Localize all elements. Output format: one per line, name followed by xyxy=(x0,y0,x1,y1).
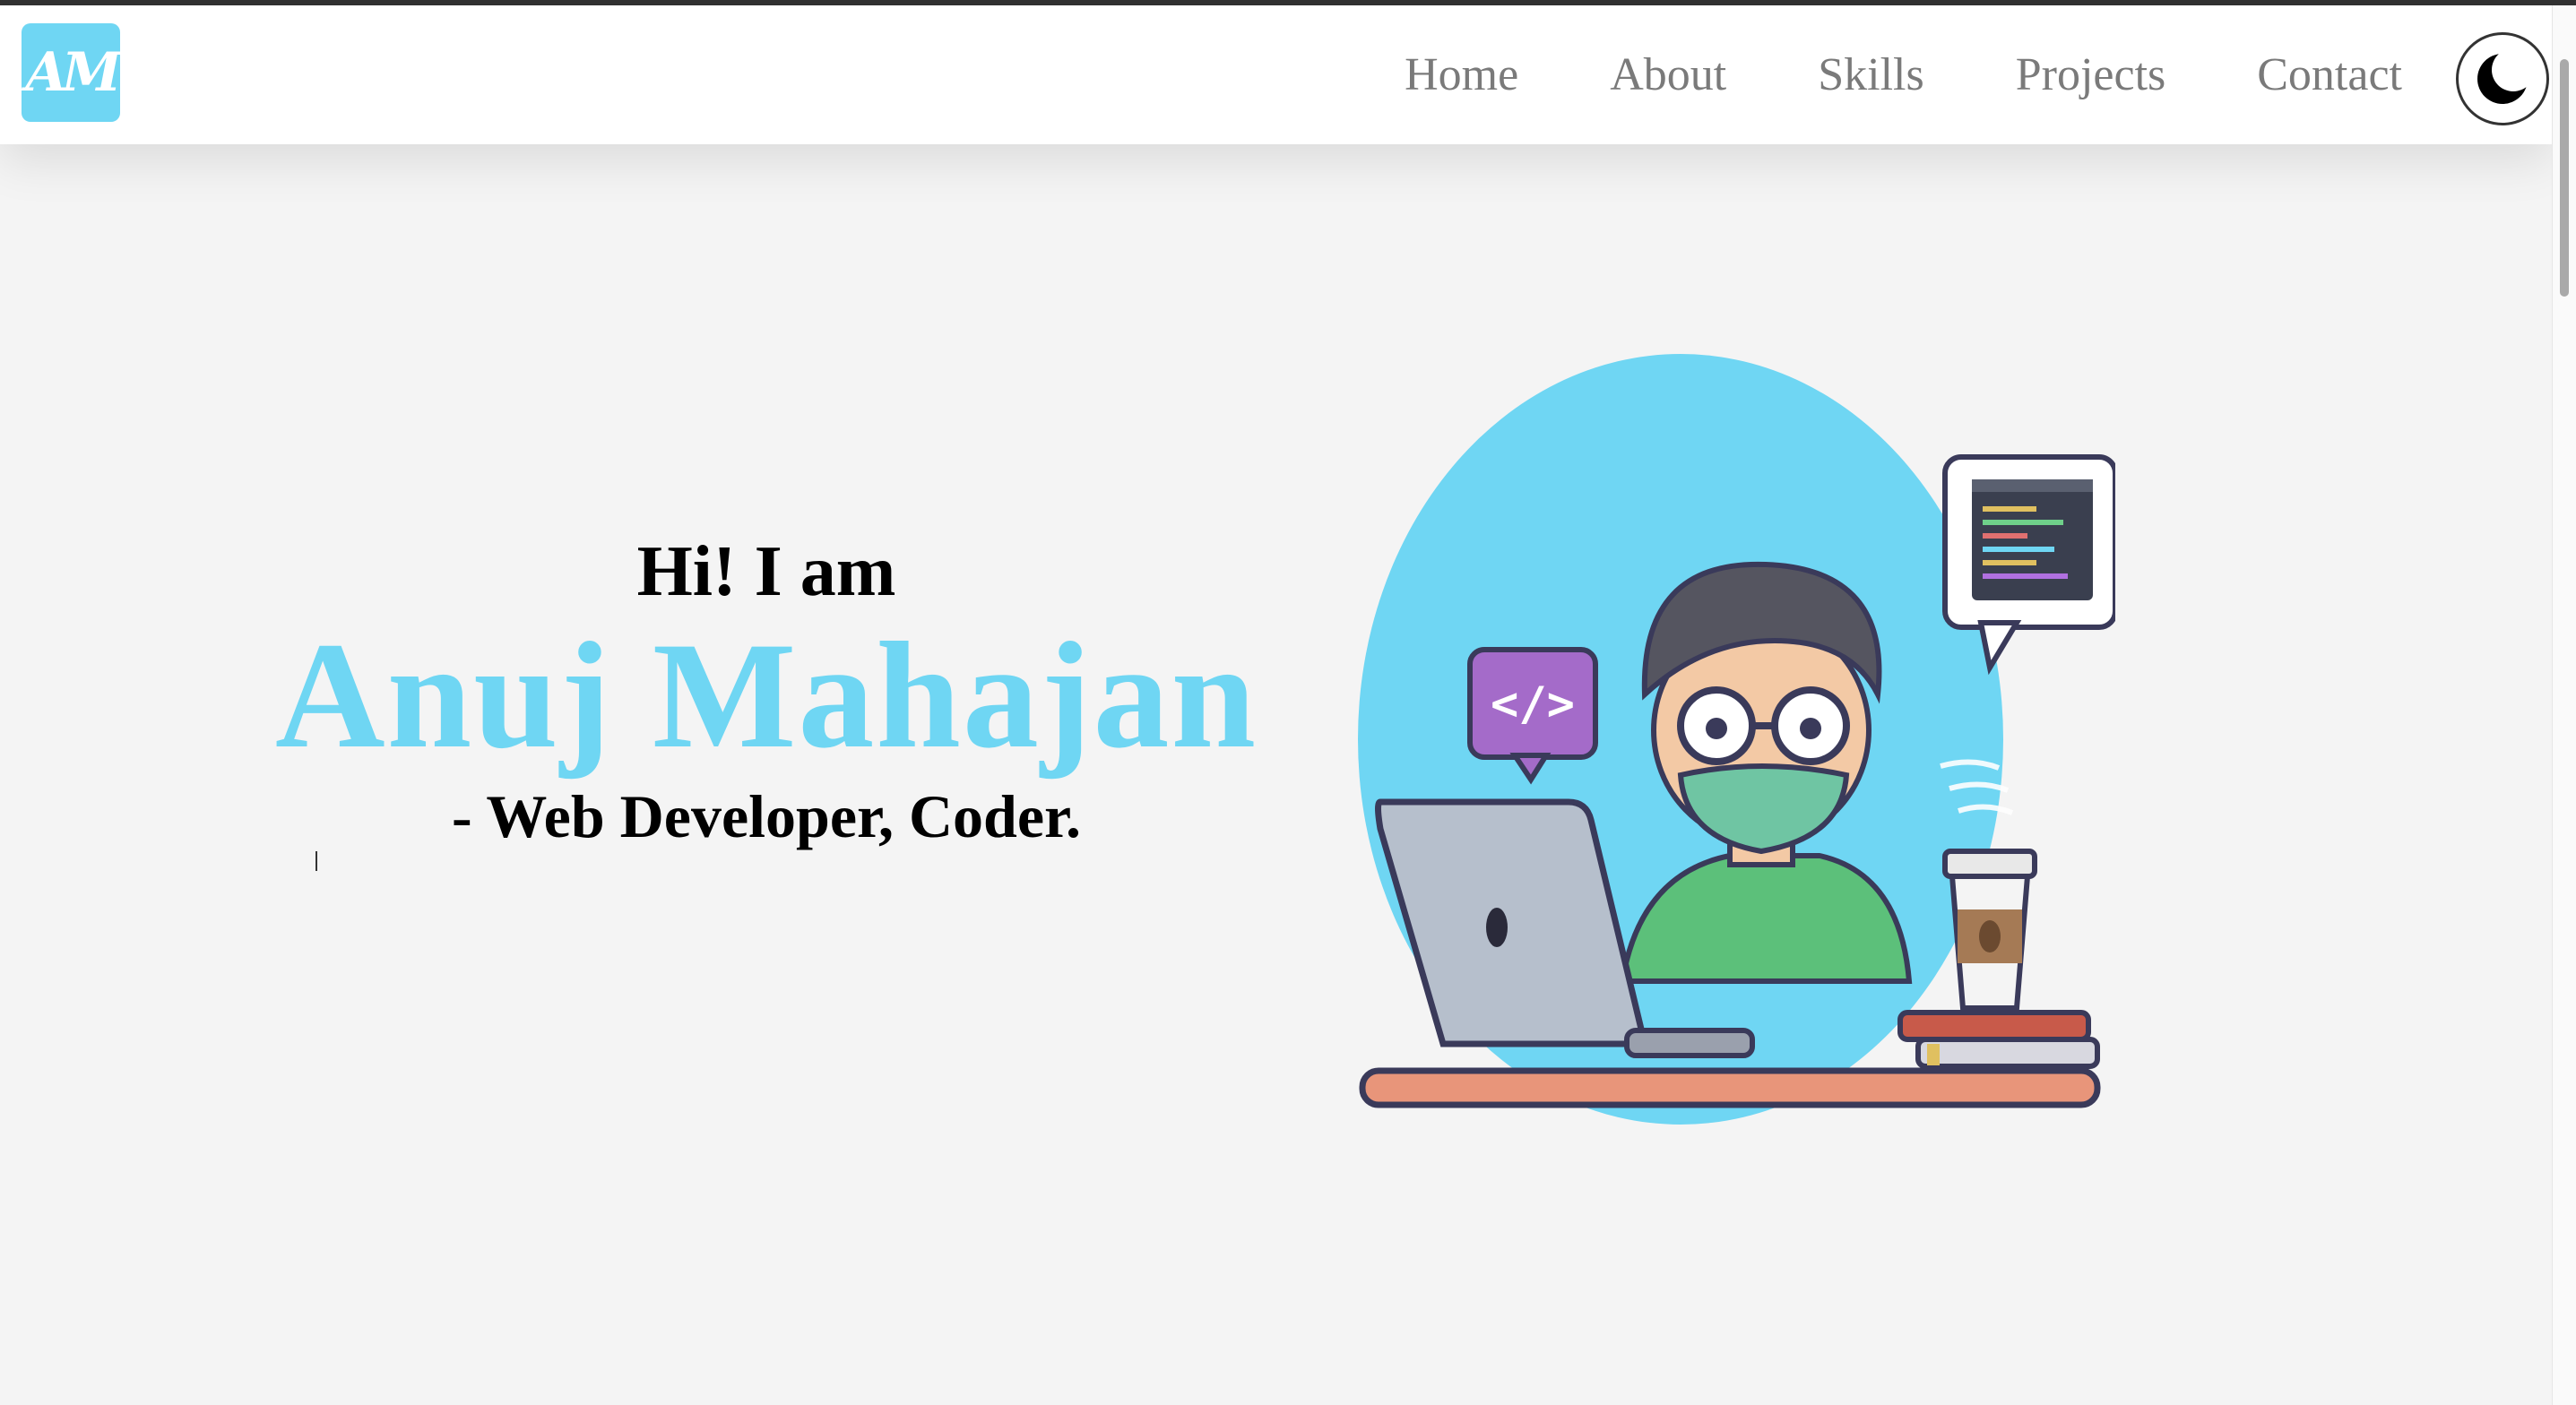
nav-links: Home About Skills Projects Contact xyxy=(1405,5,2402,144)
scrollbar-thumb[interactable] xyxy=(2560,59,2569,297)
moon-icon xyxy=(2477,50,2531,104)
theme-toggle-button[interactable] xyxy=(2456,32,2549,125)
books-icon xyxy=(1897,1010,2100,1069)
hero-name: Anuj Mahajan xyxy=(274,611,1258,780)
desk xyxy=(1359,1067,2101,1108)
vertical-scrollbar[interactable] xyxy=(2552,5,2576,1405)
logo[interactable]: AM xyxy=(22,23,122,122)
coffee-cup-icon xyxy=(1942,849,2037,1011)
svg-text:</>: </> xyxy=(1491,677,1575,731)
nav-home-link[interactable]: Home xyxy=(1405,48,1518,101)
nav-projects-link[interactable]: Projects xyxy=(2016,48,2166,101)
hero-role: - Web Developer, Coder. xyxy=(451,782,1081,850)
navbar: AM Home About Skills Projects Contact xyxy=(0,5,2553,144)
nav-skills-link[interactable]: Skills xyxy=(1818,48,1924,101)
logo-text: AM xyxy=(25,41,122,104)
nav-about-link[interactable]: About xyxy=(1610,48,1726,101)
developer-illustration: </> xyxy=(1358,354,2115,1125)
hero-text: Hi! I am Anuj Mahajan - Web Developer, C… xyxy=(269,529,1264,857)
hero-greeting: Hi! I am xyxy=(636,532,896,611)
typing-caret xyxy=(316,851,317,871)
nav-contact-link[interactable]: Contact xyxy=(2257,48,2402,101)
page: AM Home About Skills Projects Contact Hi… xyxy=(0,0,2576,1405)
